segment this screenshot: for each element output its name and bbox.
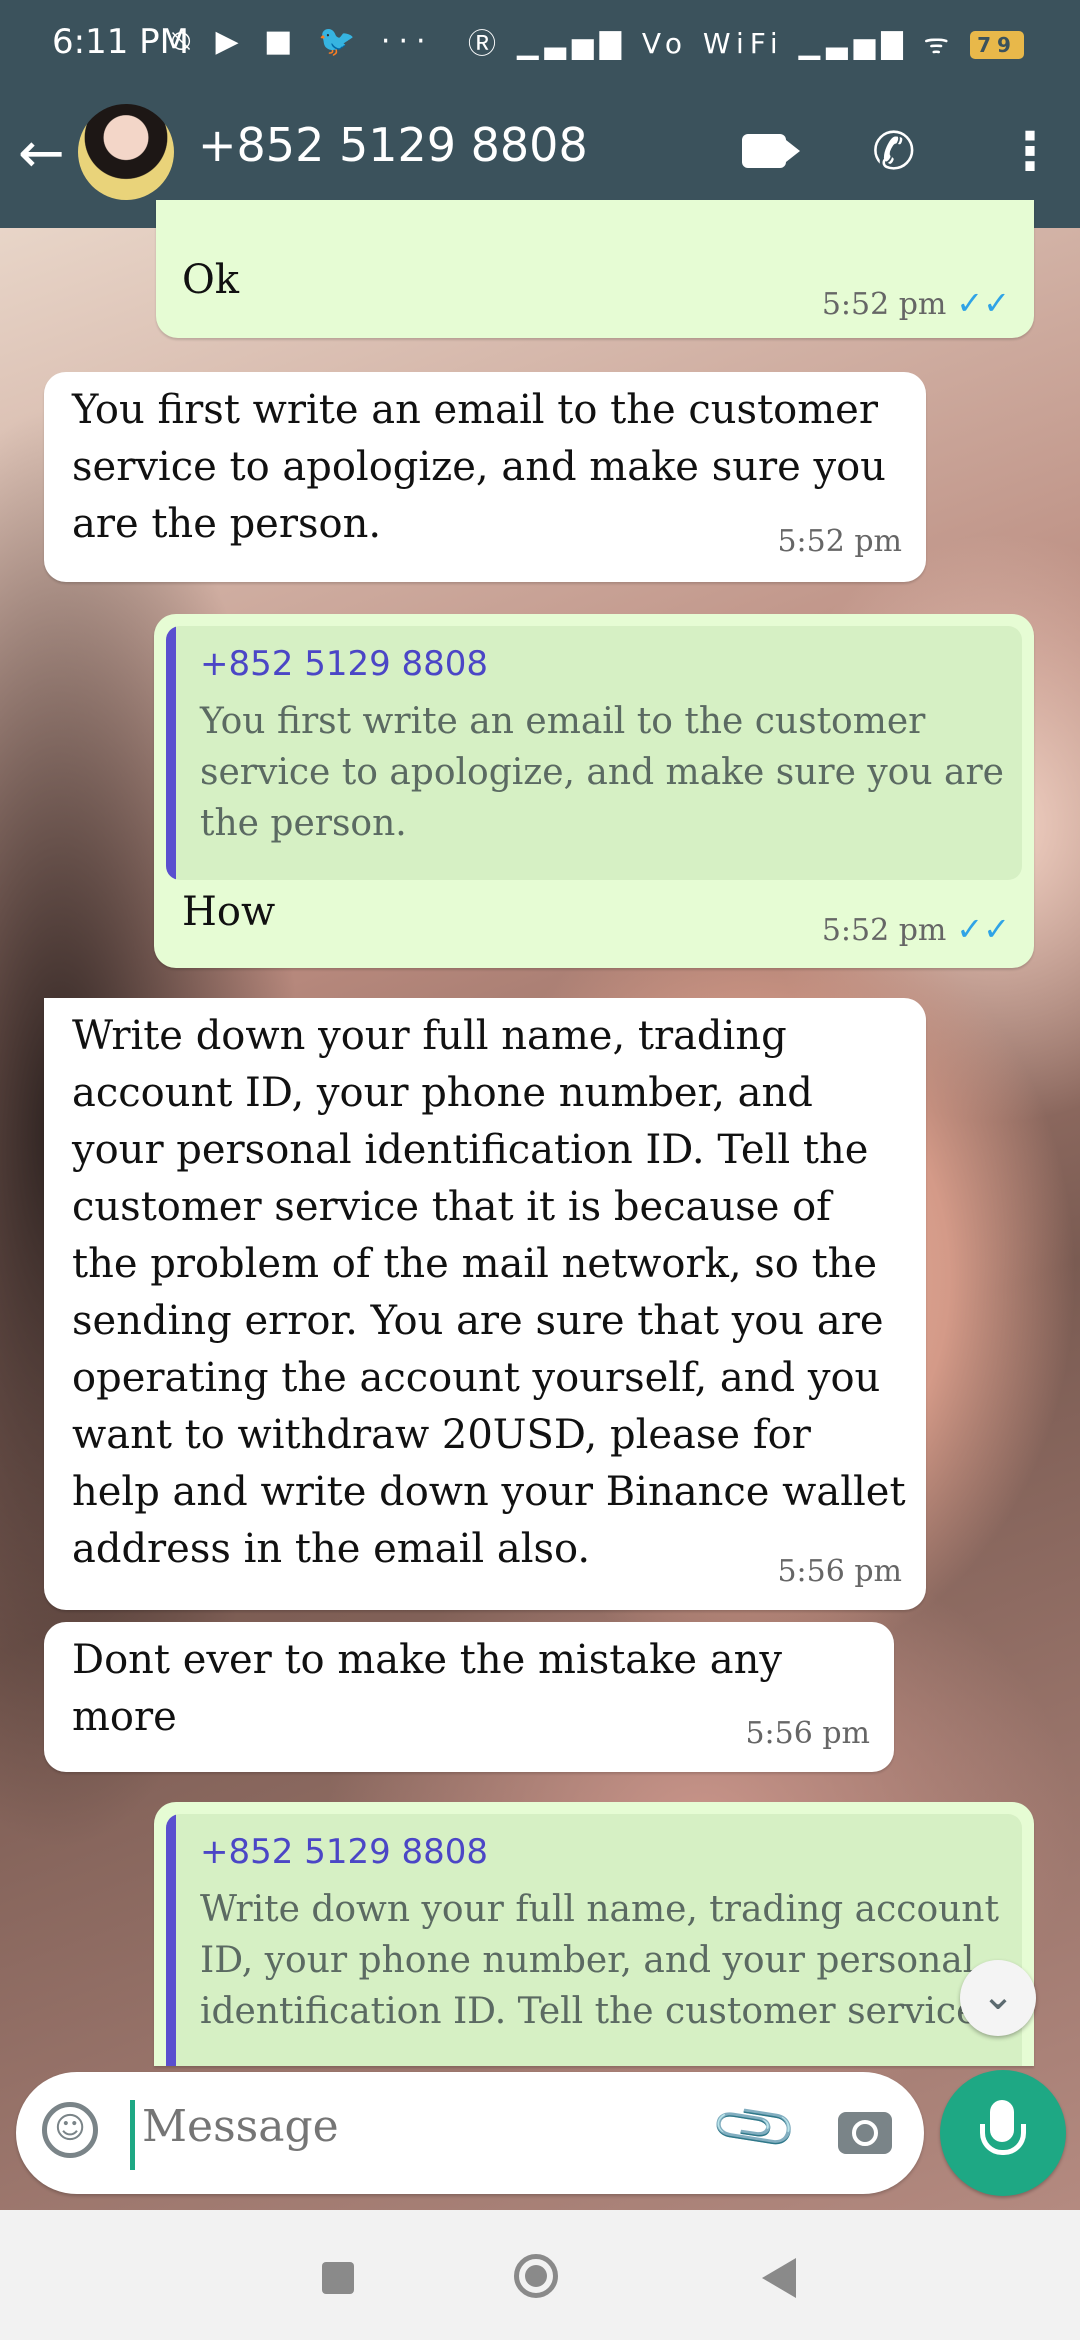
message-line: service to apologize, and make sure you bbox=[72, 444, 886, 490]
quote-line: You first write an email to the customer bbox=[200, 701, 926, 742]
message-line: You first write an email to the customer bbox=[72, 387, 878, 433]
message-bubble-incoming[interactable]: Write down your full name, trading accou… bbox=[44, 998, 926, 1610]
message-time: 5:52 pm ✓✓ bbox=[822, 910, 1010, 948]
back-arrow-icon[interactable]: ← bbox=[18, 124, 65, 184]
message-bubble-incoming[interactable]: You first write an email to the customer… bbox=[44, 372, 926, 582]
home-icon[interactable] bbox=[514, 2254, 558, 2298]
quote-line: Write down your full name, trading accou… bbox=[200, 1889, 999, 1930]
video-call-icon[interactable] bbox=[742, 134, 800, 168]
quote-author: +852 5129 8808 bbox=[200, 644, 489, 684]
message-bubble-outgoing[interactable]: +852 5129 8808 Write down your full name… bbox=[154, 1802, 1034, 2066]
scroll-to-bottom-button[interactable]: ⌄ bbox=[960, 1960, 1036, 2036]
more-options-icon[interactable]: ⋮ bbox=[1004, 122, 1056, 182]
recent-apps-icon[interactable] bbox=[322, 2262, 354, 2294]
battery-icon: 79 bbox=[970, 31, 1024, 59]
message-bubble-outgoing[interactable]: Ok 5:52 pm ✓✓ bbox=[156, 200, 1034, 338]
quote-line: service to apologize, and make sure you … bbox=[200, 752, 1004, 793]
contact-name[interactable]: +852 5129 8808 bbox=[198, 118, 588, 172]
text-cursor bbox=[130, 2100, 135, 2170]
message-text: How bbox=[182, 889, 276, 935]
message-text: Ok bbox=[182, 257, 240, 303]
quote-line: identification ID. Tell the customer ser… bbox=[200, 1991, 1022, 2032]
message-line: help and write down your Binance wallet bbox=[72, 1469, 906, 1515]
attach-icon[interactable]: 📎 bbox=[707, 2079, 803, 2175]
quote-line: ID, your phone number, and your personal bbox=[200, 1940, 975, 1981]
message-text: You first write an email to the customer… bbox=[72, 382, 886, 553]
message-line: account ID, your phone number, and bbox=[72, 1070, 813, 1116]
message-line: are the person. bbox=[72, 501, 382, 547]
message-time: 5:52 pm ✓✓ bbox=[822, 284, 1010, 322]
quote-accent-bar bbox=[166, 626, 176, 880]
message-time: 5:56 pm bbox=[777, 1554, 902, 1589]
emoji-icon[interactable]: ☺ bbox=[42, 2102, 98, 2158]
quote-accent-bar bbox=[166, 1814, 176, 2066]
notification-icons: ⍉ ▶ ■ 🐦 ··· bbox=[172, 24, 434, 59]
back-icon[interactable] bbox=[762, 2258, 796, 2298]
quote-text: Write down your full name, trading accou… bbox=[200, 1884, 1022, 2037]
voice-call-icon[interactable]: ✆ bbox=[872, 122, 916, 182]
time-label: 5:52 pm bbox=[821, 913, 947, 948]
message-line: customer service that it is because of bbox=[72, 1184, 831, 1230]
message-composer: ☺ 📎 bbox=[16, 2072, 924, 2194]
contact-avatar[interactable] bbox=[78, 104, 174, 200]
read-receipt-icon: ✓✓ bbox=[956, 910, 1010, 948]
voice-message-button[interactable] bbox=[940, 2070, 1066, 2196]
status-time: 6:11 PM bbox=[52, 22, 189, 62]
system-status-icons: Ⓡ ▁▃▅▇ Vo WiFi ▁▃▅▇ ᯤ 79 bbox=[468, 22, 1024, 62]
time-label: 5:52 pm bbox=[821, 287, 947, 322]
chevron-double-down-icon: ⌄ bbox=[981, 1973, 1015, 2019]
read-receipt-icon: ✓✓ bbox=[956, 284, 1010, 322]
message-bubble-outgoing[interactable]: +852 5129 8808 You first write an email … bbox=[154, 614, 1034, 968]
message-time: 5:52 pm bbox=[777, 524, 902, 559]
quoted-message[interactable]: +852 5129 8808 Write down your full name… bbox=[166, 1814, 1022, 2066]
camera-icon[interactable] bbox=[838, 2112, 892, 2154]
message-line: Write down your full name, trading bbox=[72, 1013, 787, 1059]
system-navigation-bar bbox=[0, 2210, 1080, 2340]
message-bubble-incoming[interactable]: Dont ever to make the mistake any more 5… bbox=[44, 1622, 894, 1772]
quote-author: +852 5129 8808 bbox=[200, 1832, 489, 1872]
message-text: Write down your full name, trading accou… bbox=[72, 1008, 906, 1578]
message-time: 5:56 pm bbox=[745, 1716, 870, 1751]
message-line: want to withdraw 20USD, please for bbox=[72, 1412, 811, 1458]
message-line: the problem of the mail network, so the bbox=[72, 1241, 878, 1287]
message-line: sending error. You are sure that you are bbox=[72, 1298, 884, 1344]
message-input[interactable] bbox=[140, 2100, 704, 2153]
quote-line: the person. bbox=[200, 803, 407, 844]
microphone-icon bbox=[980, 2100, 1026, 2155]
quote-text: You first write an email to the customer… bbox=[200, 696, 1004, 849]
message-line: operating the account yourself, and you bbox=[72, 1355, 881, 1401]
message-line: your personal identification ID. Tell th… bbox=[72, 1127, 869, 1173]
signal-wifi-icons: Ⓡ ▁▃▅▇ Vo WiFi ▁▃▅▇ ᯤ bbox=[467, 27, 956, 60]
status-bar: 6:11 PM ⍉ ▶ ■ 🐦 ··· Ⓡ ▁▃▅▇ Vo WiFi ▁▃▅▇ … bbox=[0, 0, 1080, 88]
quoted-message[interactable]: +852 5129 8808 You first write an email … bbox=[166, 626, 1022, 880]
